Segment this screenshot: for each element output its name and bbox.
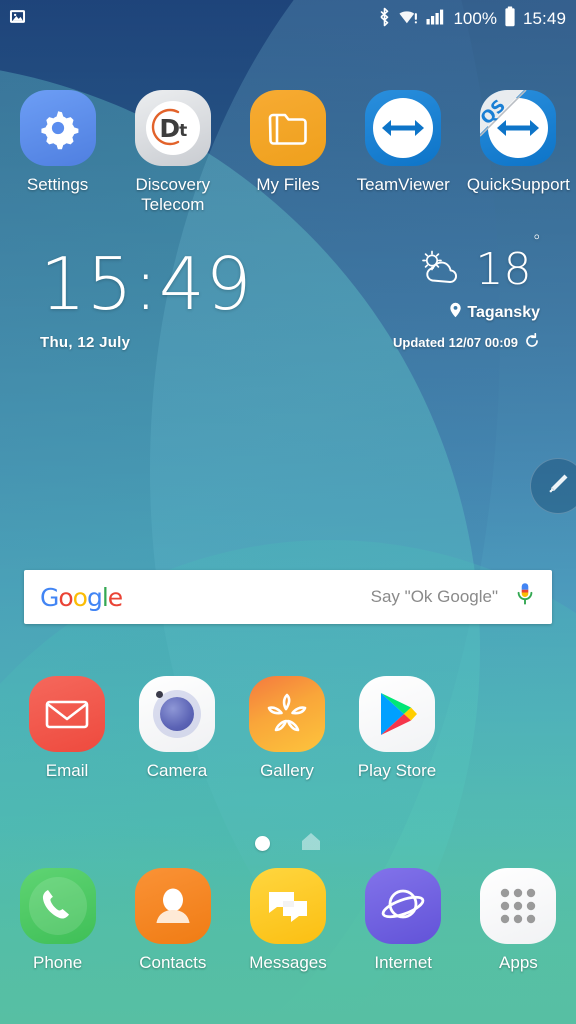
my-files-folder-icon (250, 90, 326, 166)
battery-percent-label: 100% (453, 9, 497, 28)
page-dot-1[interactable] (254, 836, 270, 851)
weather-updated: Updated 12/07 00:09 (392, 332, 540, 352)
cellular-signal-icon (426, 8, 446, 31)
wifi-warning-icon (398, 8, 419, 31)
dock: Phone Contacts Messages Internet Apps (0, 868, 576, 973)
app-row-middle: Email Camera Gallery Play Store (0, 676, 576, 781)
app-my-files[interactable]: My Files (230, 90, 345, 214)
app-label: Messages (249, 953, 327, 972)
app-label: Contacts (139, 953, 207, 972)
google-search-bar[interactable]: Google Say "Ok Google" (24, 570, 552, 624)
app-label: My Files (256, 175, 320, 194)
app-label: Apps (499, 953, 538, 972)
status-bar-clock: 15:49 (522, 9, 566, 28)
app-label: Phone (33, 953, 83, 972)
dock-app-phone[interactable]: Phone (0, 868, 115, 973)
app-label: Play Store (357, 761, 437, 780)
quicksupport-icon: QS (480, 90, 557, 166)
app-email[interactable]: Email (12, 676, 122, 781)
clock-date: Thu, 12 July (40, 334, 131, 351)
camera-lens-icon (139, 676, 215, 752)
s-pen-icon (543, 469, 573, 504)
email-envelope-icon (29, 676, 105, 752)
app-label: Settings (26, 175, 89, 194)
dock-app-internet[interactable]: Internet (346, 868, 461, 973)
app-discovery-telecom[interactable]: D t Discovery Telecom (115, 90, 230, 214)
discovery-telecom-icon: D t (134, 90, 211, 166)
app-quicksupport[interactable]: QS QuickSupport (461, 90, 576, 214)
weather-updated-label: Updated 12/07 00:09 (392, 335, 518, 350)
app-teamviewer[interactable]: TeamViewer (346, 90, 461, 214)
app-camera[interactable]: Camera (122, 676, 232, 781)
search-hint-text: Say "Ok Google" (370, 587, 498, 606)
weather-temperature: 18° (475, 232, 542, 295)
play-store-icon (359, 676, 435, 752)
phone-handset-icon (19, 868, 96, 944)
battery-full-icon (504, 6, 516, 32)
weather-summary: 18° (393, 232, 542, 295)
clock-widget[interactable]: 15:49 Thu, 12 July (40, 248, 253, 351)
clock-time: 15:49 (40, 242, 253, 326)
app-row-top: Settings D t Discovery Telecom My Files (0, 90, 576, 214)
dock-app-messages[interactable]: Messages (230, 868, 345, 973)
weather-widget[interactable]: 18° Tagansky Updated 12/07 00:09 (392, 232, 542, 352)
app-label: Email (45, 761, 89, 780)
apps-grid-icon (480, 868, 557, 944)
app-gallery[interactable]: Gallery (232, 676, 342, 781)
dock-app-apps[interactable]: Apps (461, 868, 576, 973)
page-home-icon[interactable] (300, 831, 322, 856)
screenshot-notification-icon (8, 7, 27, 31)
app-label: Gallery (260, 761, 314, 780)
internet-planet-icon (365, 868, 442, 944)
status-bar-indicators: 100% 15:49 (378, 6, 566, 32)
refresh-icon[interactable] (524, 332, 540, 352)
messages-bubble-icon (250, 868, 326, 944)
settings-gear-icon (19, 90, 96, 166)
dock-app-contacts[interactable]: Contacts (115, 868, 230, 973)
weather-location-label: Tagansky (467, 303, 540, 321)
app-play-store[interactable]: Play Store (342, 676, 452, 781)
status-bar-notifications (8, 7, 27, 31)
location-pin-icon (449, 302, 462, 323)
app-label: QuickSupport (466, 175, 570, 194)
contacts-person-icon (134, 868, 211, 944)
weather-location: Tagansky (393, 302, 540, 323)
status-bar[interactable]: 100% 15:49 (0, 0, 576, 38)
app-settings[interactable]: Settings (0, 90, 115, 214)
partly-cloudy-icon (418, 249, 466, 292)
app-label: Discovery Telecom (135, 175, 211, 214)
page-indicator (0, 831, 576, 856)
teamviewer-icon (365, 90, 442, 166)
app-label: Internet (374, 953, 433, 972)
gallery-flower-icon (249, 676, 325, 752)
app-label: Camera (146, 761, 208, 780)
app-label: TeamViewer (356, 175, 450, 194)
google-logo: Google (40, 582, 123, 612)
microphone-icon[interactable] (514, 581, 536, 614)
bluetooth-icon (378, 7, 391, 32)
degree-symbol: ° (532, 232, 542, 252)
